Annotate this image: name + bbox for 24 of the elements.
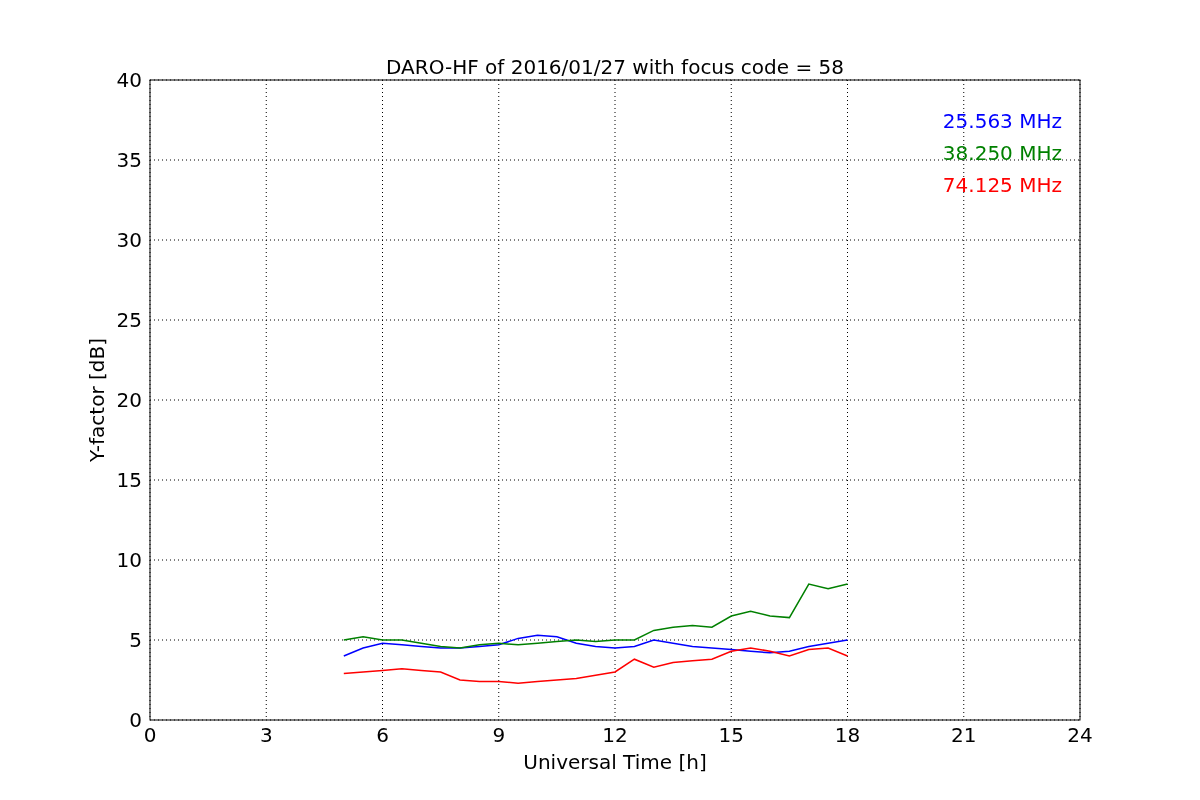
x-tick-label: 6 (376, 723, 389, 747)
y-tick-label: 30 (116, 228, 142, 252)
x-tick-label: 12 (602, 723, 628, 747)
y-tick-label: 35 (116, 148, 142, 172)
y-tick-label: 0 (129, 708, 142, 732)
y-tick-label: 25 (116, 308, 142, 332)
y-tick-label: 10 (116, 548, 142, 572)
x-axis-label: Universal Time [h] (523, 750, 707, 774)
x-tick-label: 21 (951, 723, 977, 747)
y-tick-label: 20 (116, 388, 142, 412)
chart-title: DARO-HF of 2016/01/27 with focus code = 58 (386, 55, 844, 79)
y-axis-label: Y-factor [dB] (85, 338, 109, 462)
x-tick-label: 3 (259, 723, 273, 747)
x-tick-label: 18 (834, 723, 861, 747)
x-tick-label: 0 (143, 723, 157, 747)
x-tick-label: 15 (718, 723, 744, 747)
y-tick-label: 40 (116, 68, 142, 92)
legend-label: 25.563 MHz (942, 109, 1062, 133)
legend-label: 74.125 MHz (942, 173, 1062, 197)
x-tick-label: 9 (492, 723, 506, 747)
x-tick-label: 24 (1067, 723, 1093, 747)
y-tick-label: 5 (129, 628, 142, 652)
legend-label: 38.250 MHz (942, 141, 1062, 165)
y-tick-label: 15 (116, 468, 142, 492)
